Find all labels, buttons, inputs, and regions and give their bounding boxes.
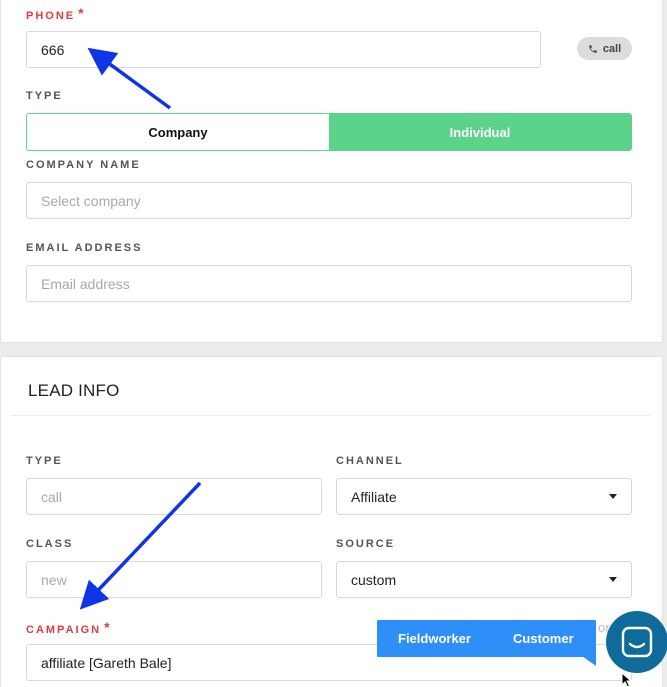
channel-label: CHANNEL — [336, 455, 404, 467]
type-label: TYPE — [26, 90, 63, 102]
email-address-input[interactable]: Email address — [26, 265, 632, 302]
campaign-value: affiliate [Gareth Bale] — [41, 654, 172, 671]
lead-type-field: call — [26, 478, 322, 515]
email-address-label: EMAIL ADDRESS — [26, 242, 143, 254]
campaign-label: CAMPAIGN * — [26, 619, 110, 636]
chip-tail — [582, 656, 596, 666]
lead-info-title: LEAD INFO — [28, 381, 120, 400]
role-switch-chip: Fieldworker Customer — [377, 620, 596, 657]
source-select[interactable]: custom — [336, 561, 632, 598]
chevron-down-icon — [609, 577, 617, 582]
class-label: CLASS — [26, 538, 74, 550]
type-option-company[interactable]: Company — [27, 114, 329, 150]
lead-type-label: TYPE — [26, 455, 63, 467]
source-label: SOURCE — [336, 538, 396, 550]
call-label: call — [602, 42, 622, 55]
phone-input[interactable]: 666 — [26, 31, 541, 68]
class-field: new — [26, 561, 322, 598]
fieldworker-option[interactable]: Fieldworker — [398, 631, 471, 646]
phone-label: PHONE * — [26, 5, 84, 22]
required-marker: * — [104, 619, 110, 635]
mouse-cursor-icon — [621, 672, 633, 687]
call-button[interactable]: call — [577, 37, 632, 60]
company-name-label: COMPANY NAME — [26, 159, 141, 171]
channel-select[interactable]: Affiliate — [336, 478, 632, 515]
source-value: custom — [351, 571, 397, 588]
company-name-input[interactable]: Select company — [26, 182, 632, 219]
chat-launcher-button[interactable] — [606, 611, 667, 673]
chevron-down-icon — [609, 494, 617, 499]
section-divider — [10, 415, 650, 416]
phone-icon — [589, 44, 597, 53]
type-option-individual[interactable]: Individual — [329, 114, 631, 150]
type-toggle: Company Individual — [26, 113, 632, 151]
chat-icon — [621, 626, 653, 658]
required-marker: * — [78, 5, 84, 21]
customer-option[interactable]: Customer — [513, 631, 574, 646]
channel-value: Affiliate — [351, 488, 397, 505]
